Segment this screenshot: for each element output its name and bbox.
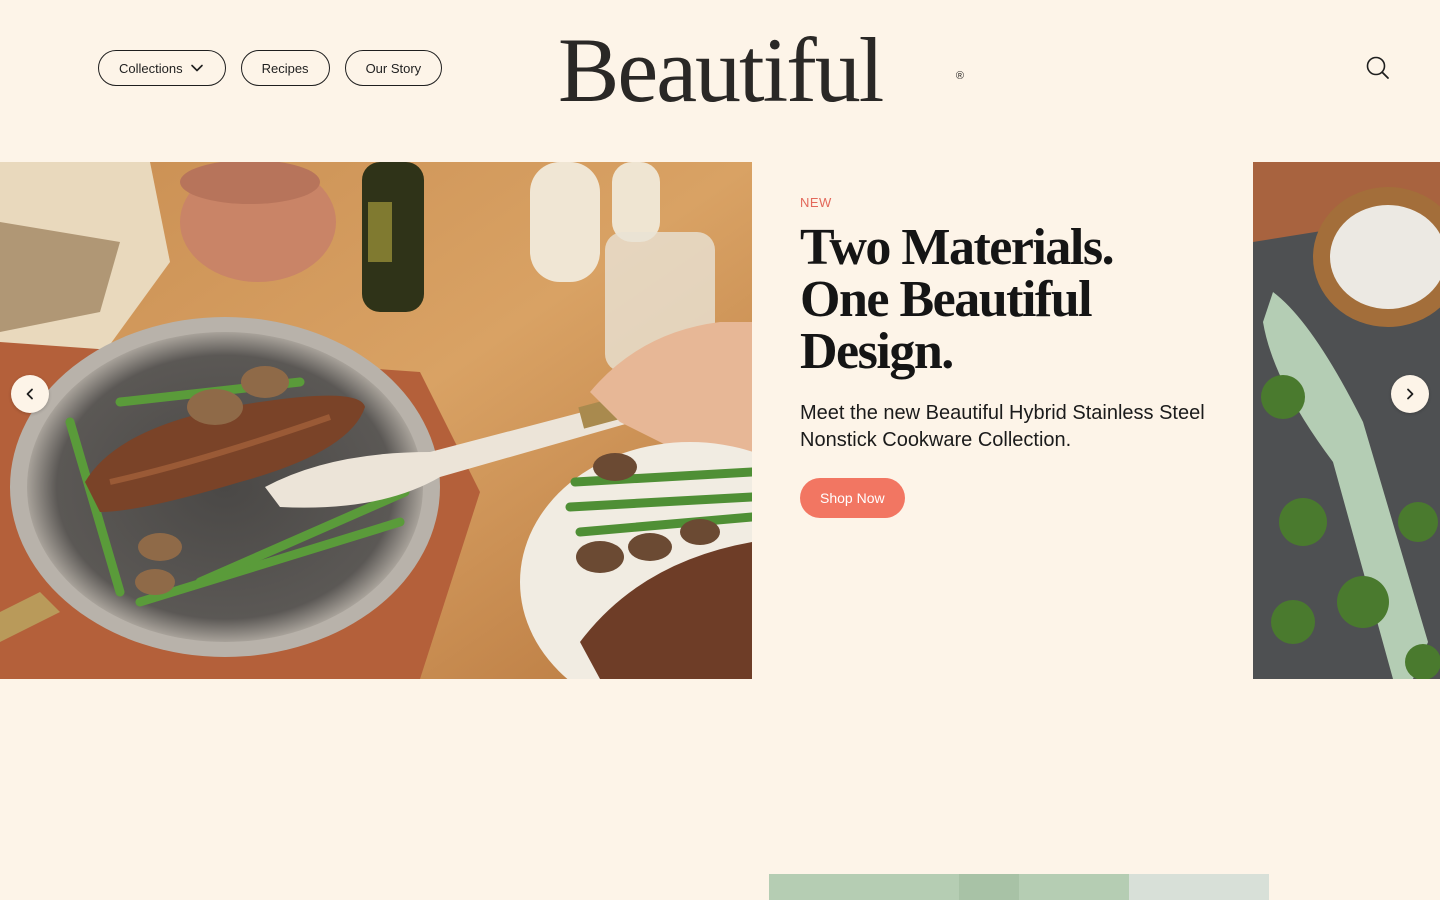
registered-mark: ®: [955, 70, 964, 82]
next-slide-photo: [1253, 162, 1440, 679]
next-section-photo: [769, 874, 1269, 900]
chevron-right-icon: [1407, 388, 1414, 400]
nav-recipes-label: Recipes: [261, 60, 309, 76]
nav-our-story-label: Our Story: [365, 60, 422, 76]
hero-headline: Two Materials. One Beautiful Design.: [800, 222, 1220, 378]
carousel-next-button[interactable]: [1391, 375, 1429, 413]
nav-collections-label: Collections: [119, 60, 183, 76]
logo-wordmark: Beautiful: [558, 19, 884, 121]
brand-logo[interactable]: Beautiful ®: [558, 22, 964, 118]
next-section-image: [769, 874, 1269, 900]
nav-our-story-button[interactable]: Our Story: [344, 50, 443, 86]
hero-subtext: Meet the new Beautiful Hybrid Stainless …: [800, 402, 1205, 451]
site-header: Collections Recipes Our Story Beautiful …: [0, 0, 1440, 136]
hero-image: [0, 162, 752, 679]
hero-copy: NEW Two Materials. One Beautiful Design.…: [800, 195, 1220, 518]
carousel-prev-button[interactable]: [11, 375, 49, 413]
hero-photo-skillet-steak: [0, 162, 752, 679]
hero-headline-line-2: One Beautiful: [800, 271, 1093, 328]
search-icon: [1366, 56, 1389, 79]
chevron-down-icon: [190, 64, 203, 72]
main-nav: Collections Recipes Our Story: [98, 50, 443, 86]
hero-eyebrow: NEW: [800, 195, 832, 210]
search-button[interactable]: [1364, 54, 1392, 82]
nav-recipes-button[interactable]: Recipes: [240, 50, 330, 86]
hero-headline-line-3: Design.: [800, 323, 954, 380]
chevron-left-icon: [26, 388, 33, 400]
hero-headline-line-1: Two Materials.: [800, 219, 1115, 276]
next-slide-image: [1253, 162, 1440, 679]
shop-now-button[interactable]: Shop Now: [800, 478, 905, 518]
nav-collections-button[interactable]: Collections: [98, 50, 226, 86]
